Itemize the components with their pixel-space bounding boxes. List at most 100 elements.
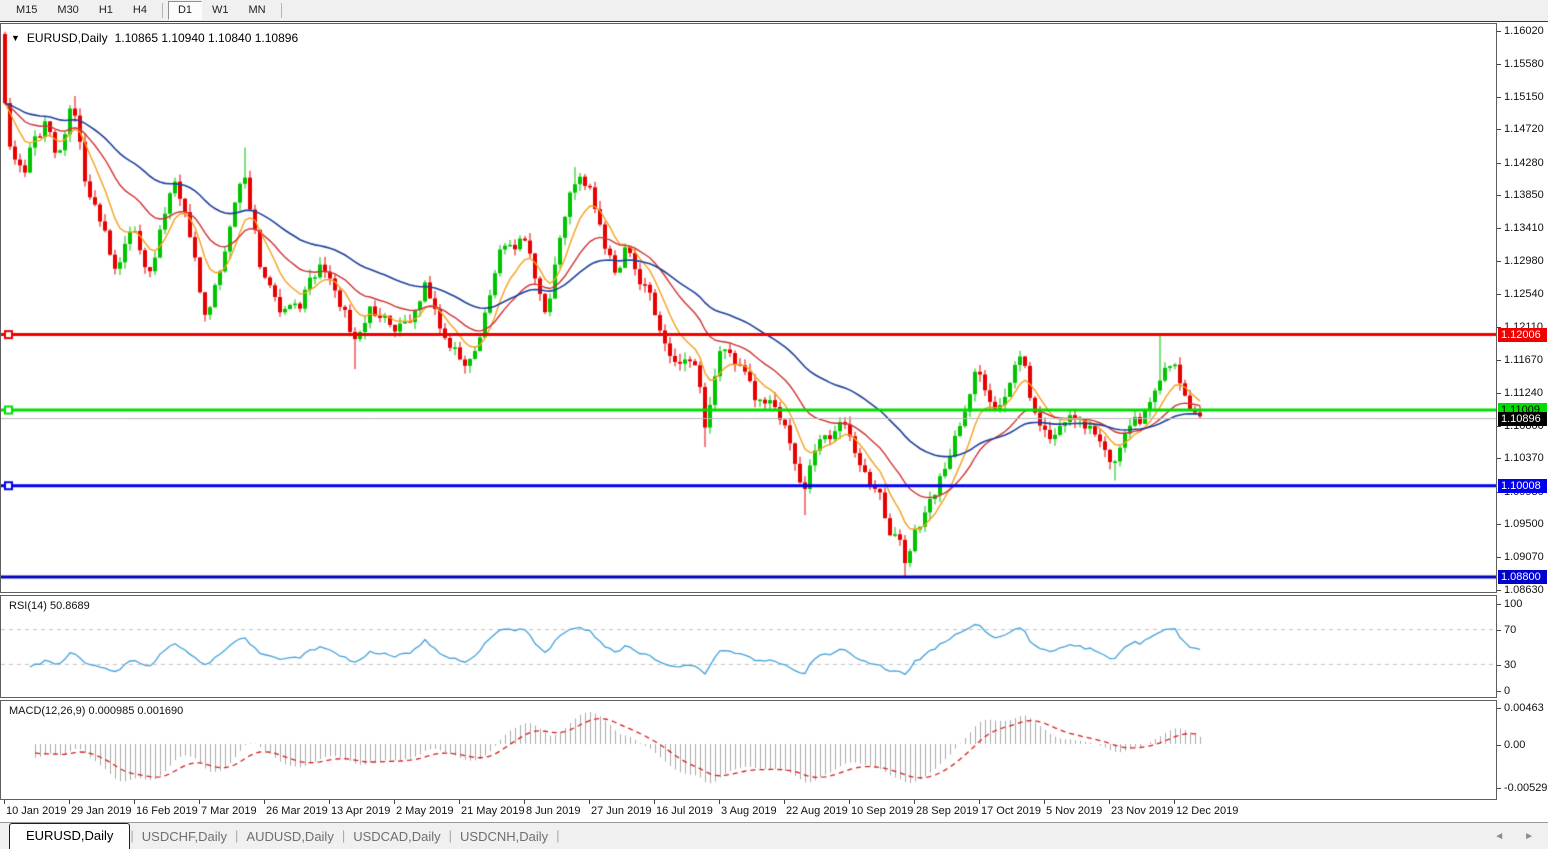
date-tick-mark bbox=[1044, 800, 1045, 804]
rsi-canvas[interactable] bbox=[1, 596, 1496, 697]
date-label: 22 Aug 2019 bbox=[786, 805, 848, 817]
price-tick-label: 1.09500 bbox=[1504, 518, 1544, 530]
date-tick-mark bbox=[784, 800, 785, 804]
date-tick-mark bbox=[329, 800, 330, 804]
price-tick-mark bbox=[1497, 458, 1501, 459]
timeframe-button-m15[interactable]: M15 bbox=[6, 1, 47, 20]
rsi-label: RSI(14) 50.8689 bbox=[9, 600, 90, 612]
macd-panel: MACD(12,26,9) 0.000985 0.001690 bbox=[0, 700, 1497, 800]
toolbar-separator bbox=[162, 3, 163, 18]
date-label: 16 Jul 2019 bbox=[656, 805, 713, 817]
price-badge-resistance-red: 1.12006 bbox=[1498, 328, 1547, 342]
price-tick-label: 1.10370 bbox=[1504, 452, 1544, 464]
tab-scroll-arrows: ◄► bbox=[1494, 831, 1534, 849]
date-tick-mark bbox=[134, 800, 135, 804]
date-label: 27 Jun 2019 bbox=[591, 805, 652, 817]
main-chart-canvas[interactable] bbox=[1, 24, 1496, 592]
date-tick-mark bbox=[69, 800, 70, 804]
macd-label: MACD(12,26,9) 0.000985 0.001690 bbox=[9, 705, 183, 717]
date-label: 28 Sep 2019 bbox=[916, 805, 978, 817]
chart-dropdown-icon[interactable]: ▼ bbox=[11, 33, 20, 43]
rsi-tick-mark bbox=[1497, 665, 1501, 666]
chart-tabbar: EURUSD,Daily|USDCHF,Daily|AUDUSD,Daily|U… bbox=[0, 822, 1548, 849]
rsi-tick-mark bbox=[1497, 630, 1501, 631]
chart-title: ▼ EURUSD,Daily 1.10865 1.10940 1.10840 1… bbox=[11, 31, 298, 45]
price-tick-mark bbox=[1497, 31, 1501, 32]
tab-scroll-left-icon[interactable]: ◄ bbox=[1494, 831, 1504, 842]
price-tick-mark bbox=[1497, 64, 1501, 65]
date-tick-mark bbox=[654, 800, 655, 804]
price-tick-mark bbox=[1497, 524, 1501, 525]
date-tick-mark bbox=[1174, 800, 1175, 804]
price-tick-mark bbox=[1497, 294, 1501, 295]
timeframe-button-d1[interactable]: D1 bbox=[168, 1, 202, 20]
price-tick-label: 1.11240 bbox=[1504, 387, 1543, 399]
timeframe-button-w1[interactable]: W1 bbox=[202, 1, 239, 20]
price-tick-label: 1.12980 bbox=[1504, 255, 1544, 267]
rsi-tick-label: 0 bbox=[1504, 685, 1510, 697]
date-label: 10 Jan 2019 bbox=[6, 805, 67, 817]
tab-usdcad-daily[interactable]: USDCAD,Daily bbox=[345, 825, 448, 849]
date-label: 8 Jun 2019 bbox=[526, 805, 580, 817]
macd-tick-label: 0.00463 bbox=[1504, 702, 1544, 714]
tab-scroll-right-icon[interactable]: ► bbox=[1524, 831, 1534, 842]
timeframe-button-h4[interactable]: H4 bbox=[123, 1, 157, 20]
date-label: 21 May 2019 bbox=[461, 805, 525, 817]
price-tick-mark bbox=[1497, 195, 1501, 196]
tab-audusd-daily[interactable]: AUDUSD,Daily bbox=[238, 825, 341, 849]
chart-symbol-label: EURUSD,Daily bbox=[27, 31, 108, 45]
date-label: 12 Dec 2019 bbox=[1176, 805, 1238, 817]
date-tick-mark bbox=[1109, 800, 1110, 804]
tab-usdcnh-daily[interactable]: USDCNH,Daily bbox=[452, 825, 556, 849]
price-badge-support-blue: 1.10008 bbox=[1498, 479, 1547, 493]
rsi-tick-label: 30 bbox=[1504, 659, 1516, 671]
price-tick-label: 1.15150 bbox=[1504, 91, 1544, 103]
date-tick-mark bbox=[914, 800, 915, 804]
timeframe-button-h1[interactable]: H1 bbox=[89, 1, 123, 20]
price-tick-mark bbox=[1497, 557, 1501, 558]
date-label: 16 Feb 2019 bbox=[136, 805, 198, 817]
timeframe-button-mn[interactable]: MN bbox=[239, 1, 276, 20]
date-label: 3 Aug 2019 bbox=[721, 805, 777, 817]
chart-ohlc-values: 1.10865 1.10940 1.10840 1.10896 bbox=[115, 31, 299, 45]
price-tick-label: 1.09070 bbox=[1504, 551, 1544, 563]
price-tick-label: 1.08630 bbox=[1504, 584, 1544, 596]
macd-tick-mark bbox=[1497, 708, 1501, 709]
date-tick-mark bbox=[199, 800, 200, 804]
date-tick-mark bbox=[459, 800, 460, 804]
timeframe-toolbar: M15M30H1H4 D1W1MN bbox=[0, 0, 1548, 22]
rsi-tick-mark bbox=[1497, 691, 1501, 692]
date-axis: 10 Jan 201929 Jan 201916 Feb 20197 Mar 2… bbox=[0, 800, 1497, 822]
date-tick-mark bbox=[719, 800, 720, 804]
date-label: 26 Mar 2019 bbox=[266, 805, 328, 817]
rsi-tick-label: 70 bbox=[1504, 624, 1516, 636]
macd-canvas[interactable] bbox=[1, 701, 1496, 799]
price-tick-mark bbox=[1497, 590, 1501, 591]
date-tick-mark bbox=[524, 800, 525, 804]
date-label: 29 Jan 2019 bbox=[71, 805, 132, 817]
macd-tick-label: 0.00 bbox=[1504, 739, 1525, 751]
macd-tick-label: -0.005299 bbox=[1504, 782, 1548, 794]
tab-separator: | bbox=[556, 828, 559, 849]
price-badge-support-navy: 1.08800 bbox=[1498, 570, 1547, 584]
tab-eurusd-daily[interactable]: EURUSD,Daily bbox=[9, 823, 130, 849]
date-tick-mark bbox=[979, 800, 980, 804]
price-tick-mark bbox=[1497, 97, 1501, 98]
price-tick-label: 1.11670 bbox=[1504, 354, 1543, 366]
date-label: 2 May 2019 bbox=[396, 805, 453, 817]
price-tick-mark bbox=[1497, 426, 1501, 427]
date-label: 5 Nov 2019 bbox=[1046, 805, 1102, 817]
date-label: 23 Nov 2019 bbox=[1111, 805, 1173, 817]
macd-tick-mark bbox=[1497, 788, 1501, 789]
date-tick-mark bbox=[4, 800, 5, 804]
date-label: 10 Sep 2019 bbox=[851, 805, 913, 817]
date-tick-mark bbox=[264, 800, 265, 804]
price-tick-mark bbox=[1497, 163, 1501, 164]
tab-usdchf-daily[interactable]: USDCHF,Daily bbox=[134, 825, 235, 849]
date-tick-mark bbox=[394, 800, 395, 804]
price-tick-label: 1.13850 bbox=[1504, 189, 1544, 201]
price-tick-label: 1.14280 bbox=[1504, 157, 1544, 169]
rsi-tick-mark bbox=[1497, 604, 1501, 605]
timeframe-button-m30[interactable]: M30 bbox=[47, 1, 88, 20]
date-tick-mark bbox=[849, 800, 850, 804]
